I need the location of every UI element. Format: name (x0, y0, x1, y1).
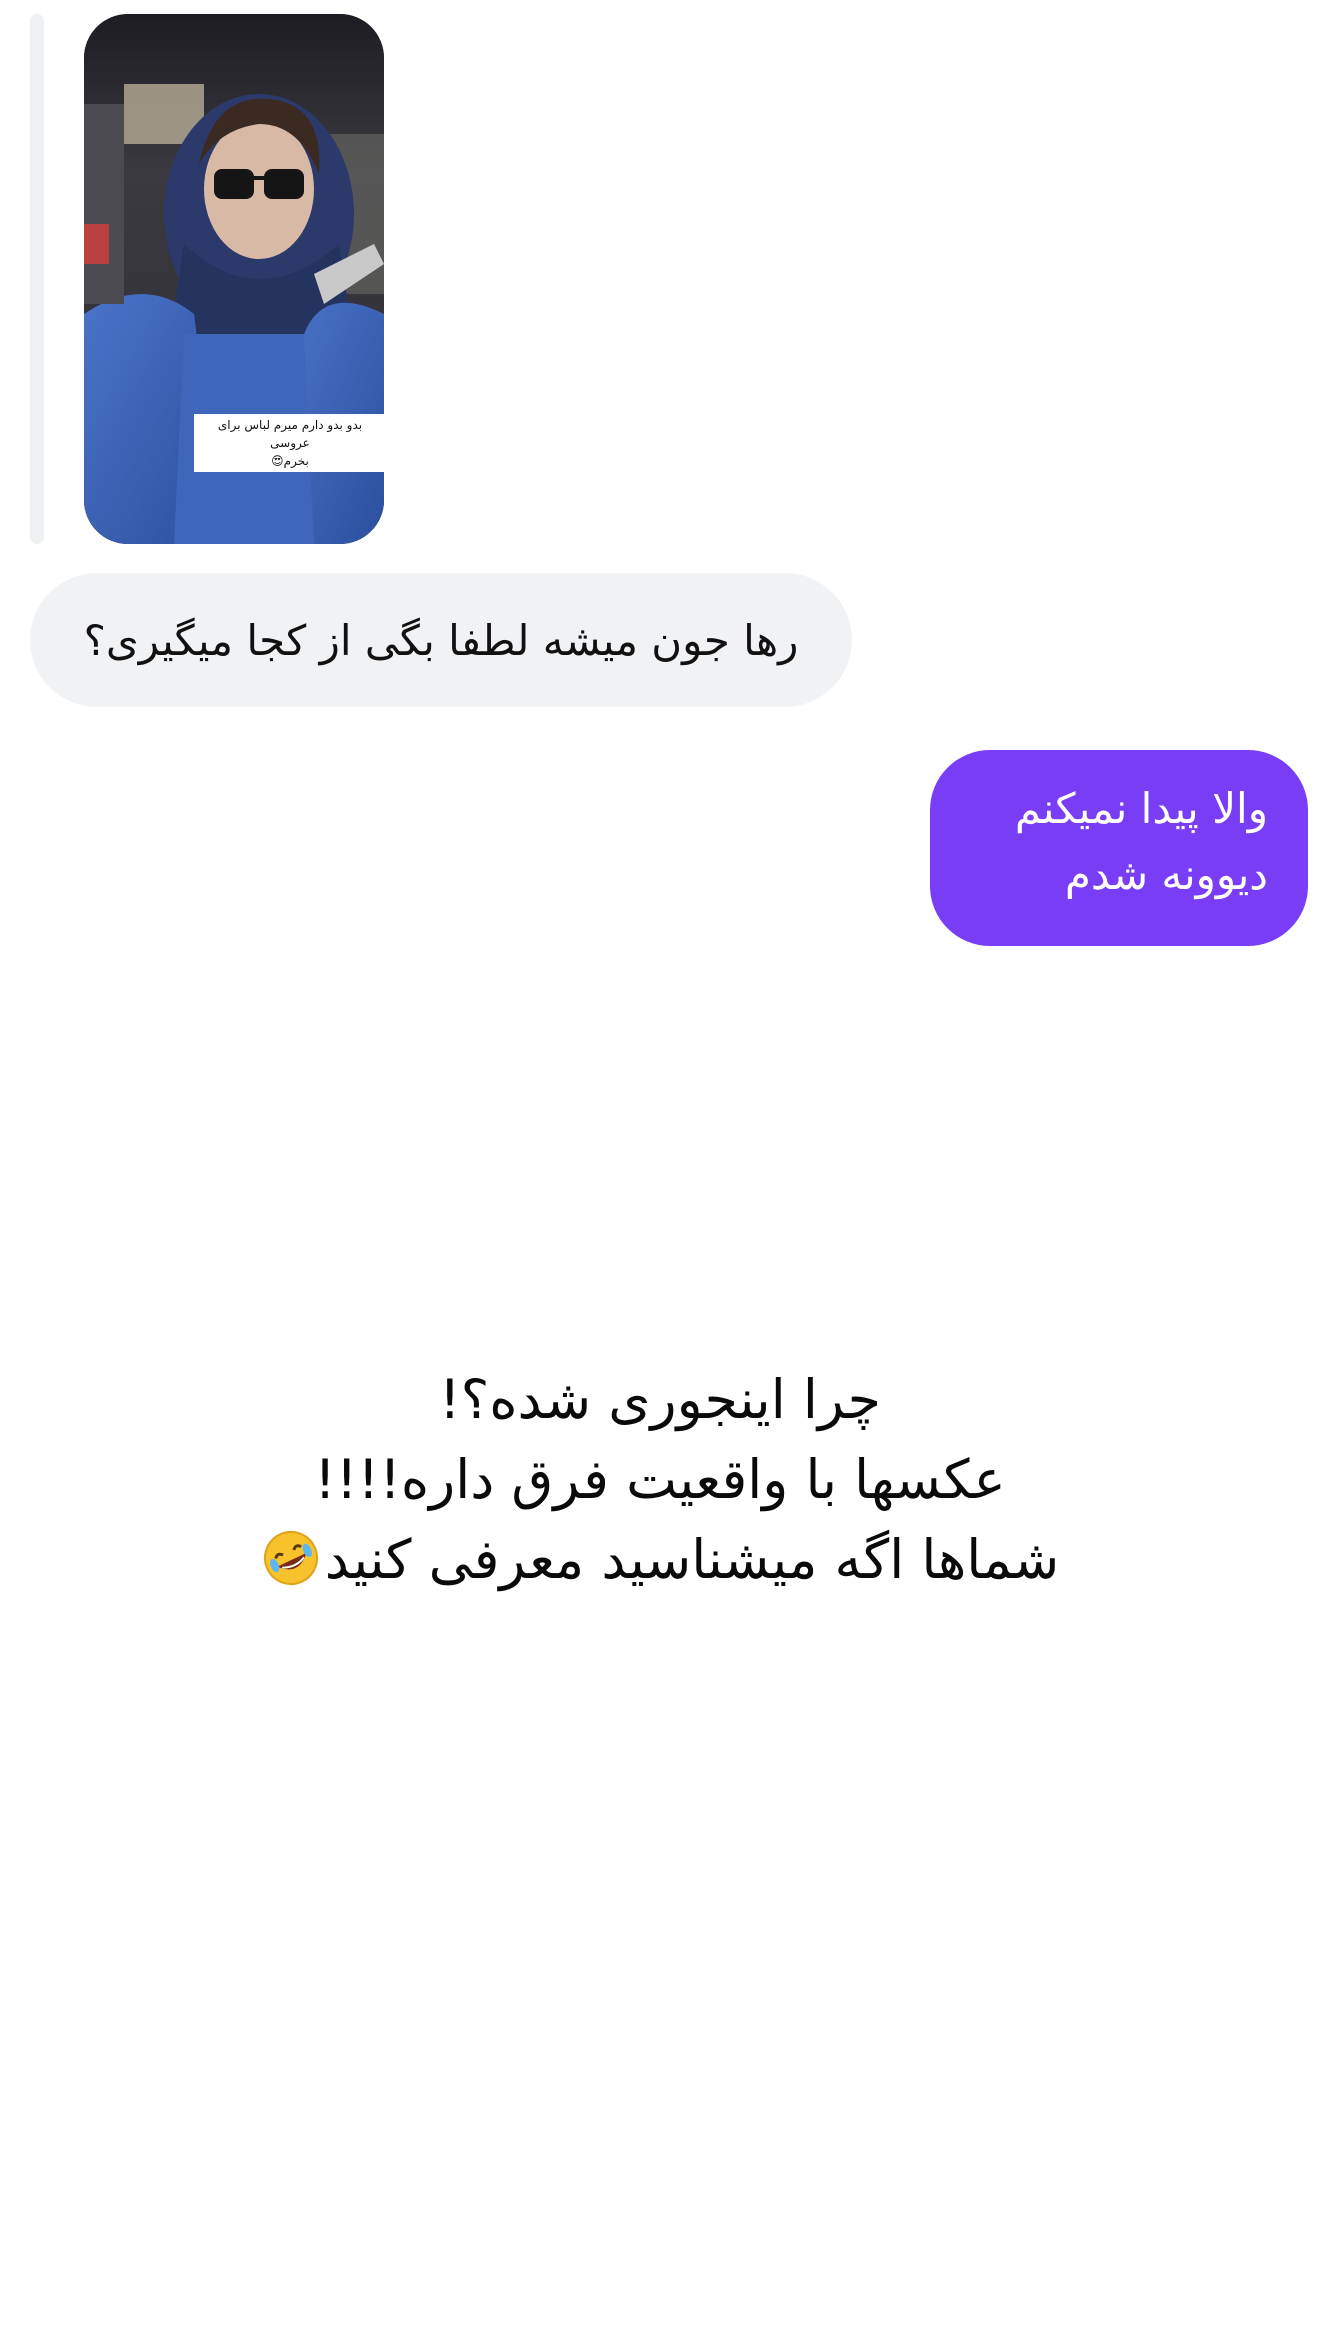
chat-screen: بدو بدو دارم میرم لباس برای عروسی بخرم😍 … (0, 0, 1320, 2346)
story-caption-line1: بدو بدو دارم میرم لباس برای عروسی (217, 418, 363, 450)
story-caption: بدو بدو دارم میرم لباس برای عروسی بخرم😍 (194, 414, 384, 472)
caption-line1: چرا اینجوری شده؟! (438, 1368, 882, 1431)
laughing-emoji-icon (261, 1528, 321, 1588)
incoming-message-bubble[interactable]: رها جون میشه لطفا بگی از کجا میگیری؟ (30, 573, 852, 707)
reply-indicator-bar (30, 14, 44, 544)
outgoing-message-bubble[interactable]: والا پیدا نمیکنم دیوونه شدم (930, 750, 1308, 946)
outgoing-message-line1: والا پیدا نمیکنم (1014, 784, 1268, 833)
story-reply-preview[interactable]: بدو بدو دارم میرم لباس برای عروسی بخرم😍 (30, 14, 430, 544)
caption-line3: شماها اگه میشناسید معرفی کنید (324, 1528, 1060, 1591)
caption-line2: عکسها با واقعیت فرق داره!!!! (314, 1448, 1006, 1511)
incoming-message-text: رها جون میشه لطفا بگی از کجا میگیری؟ (83, 615, 799, 665)
caption-line3-wrap: شماها اگه میشناسید معرفی کنید (0, 1520, 1320, 1600)
story-caption-line2: بخرم😍 (271, 454, 309, 468)
outgoing-message-line2: دیوونه شدم (1064, 850, 1268, 899)
story-thumbnail[interactable]: بدو بدو دارم میرم لباس برای عروسی بخرم😍 (84, 14, 384, 544)
overlay-caption: چرا اینجوری شده؟! عکسها با واقعیت فرق دا… (0, 1360, 1320, 1600)
